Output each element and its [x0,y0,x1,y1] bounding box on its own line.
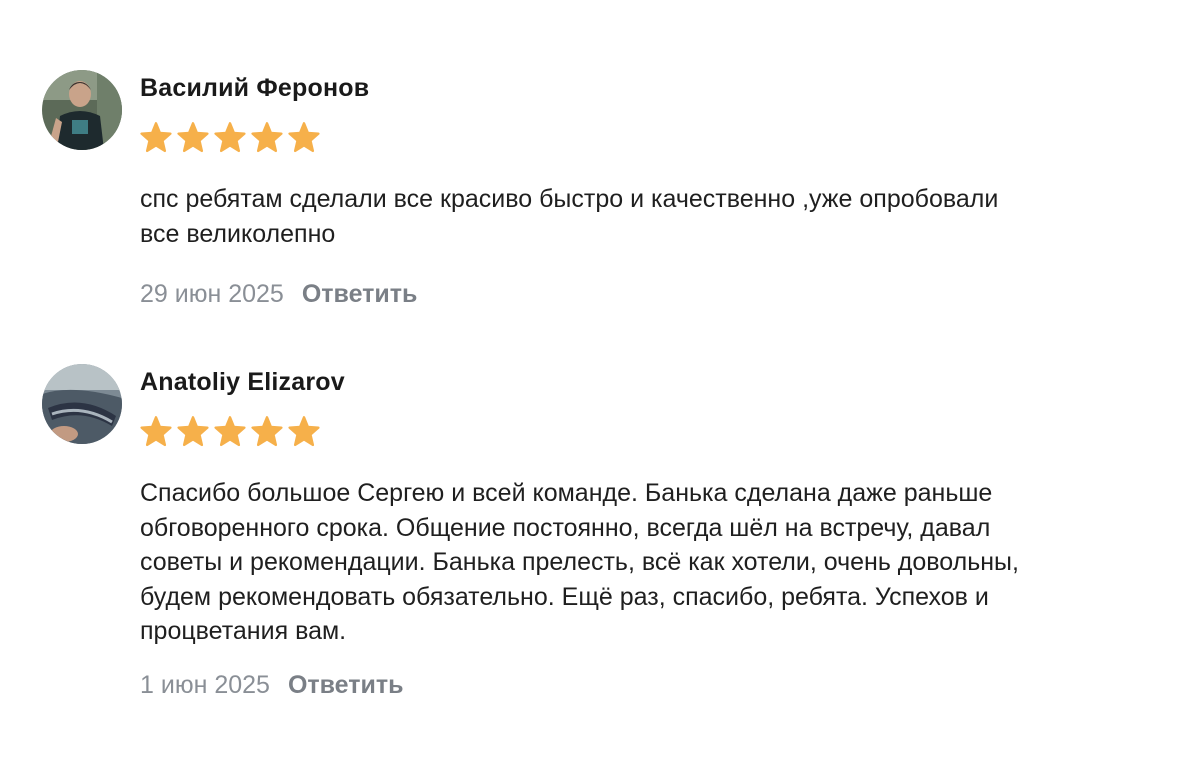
star-icon [212,414,248,450]
review-meta: 29 июн 2025 Ответить [140,280,417,309]
reply-button[interactable]: Ответить [302,280,418,309]
review-text: спс ребятам сделали все красиво быстро и… [140,185,999,248]
star-icon [175,414,211,450]
star-icon [286,120,322,156]
star-icon [138,120,174,156]
star-icon [175,120,211,156]
review-date: 1 июн 2025 [140,671,270,699]
reply-button[interactable]: Ответить [288,671,404,700]
rating-stars [138,120,322,156]
avatar[interactable] [42,364,122,444]
star-icon [286,414,322,450]
star-icon [212,120,248,156]
review-text: Спасибо большое Сергею и всей команде. Б… [140,479,1019,645]
review-meta: 1 июн 2025 Ответить [140,671,403,700]
review-date: 29 июн 2025 [140,280,284,308]
author-name[interactable]: Василий Феронов [140,74,369,103]
author-name[interactable]: Anatoliy Elizarov [140,368,345,397]
rating-stars [138,414,322,450]
star-icon [249,414,285,450]
star-icon [249,120,285,156]
avatar[interactable] [42,70,122,150]
star-icon [138,414,174,450]
